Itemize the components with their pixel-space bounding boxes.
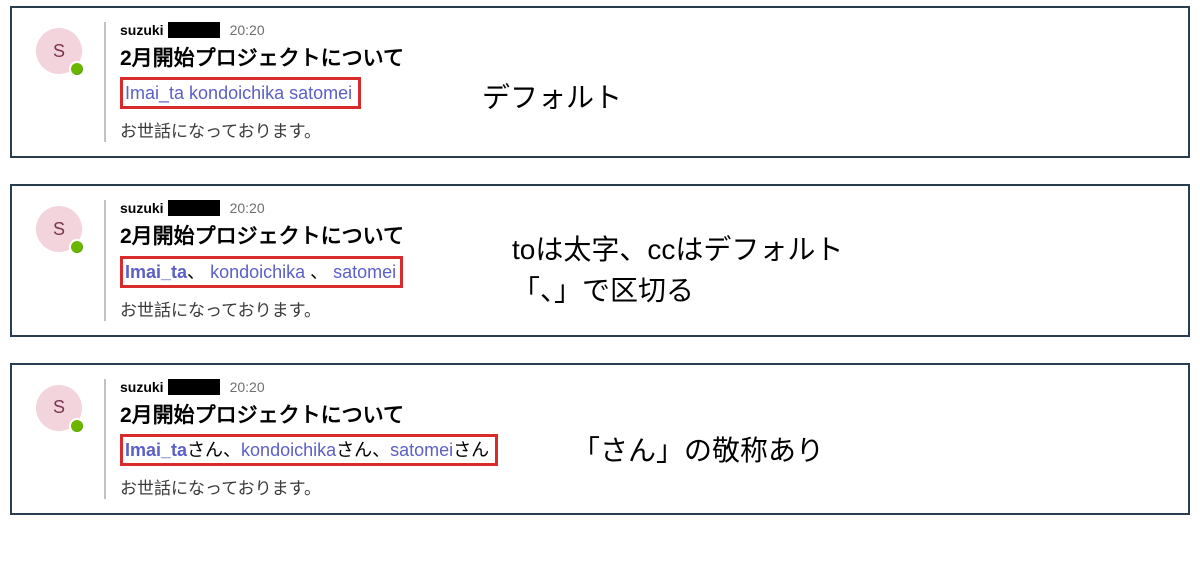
message-content: suzuki 20:20 2月開始プロジェクトについて Imai_ta kond… xyxy=(120,22,1188,142)
annotation-label: デフォルト xyxy=(482,78,622,119)
annotation-label: 「さん」の敬称あり xyxy=(572,431,824,472)
honorific: さん xyxy=(453,440,489,460)
mention[interactable]: Imai_ta xyxy=(125,440,187,460)
separator: さん、 xyxy=(336,440,390,460)
mention[interactable]: satomei xyxy=(333,262,396,282)
presence-available-icon xyxy=(69,239,85,255)
message-card: S suzuki 20:20 2月開始プロジェクトについて Imai_ta、 k… xyxy=(10,184,1190,336)
sender-name: suzuki xyxy=(120,22,164,38)
mention[interactable]: Imai_ta xyxy=(125,262,187,282)
message-body: お世話になっております。 xyxy=(120,474,1188,499)
sender-name: suzuki xyxy=(120,379,164,395)
presence-available-icon xyxy=(69,418,85,434)
timestamp: 20:20 xyxy=(230,200,265,216)
mention[interactable]: kondoichika xyxy=(189,83,284,103)
separator: 、 xyxy=(310,262,328,282)
message-body: お世話になっております。 xyxy=(120,117,1188,142)
mention-highlight-box: Imai_taさん、kondoichikaさん、satomeiさん xyxy=(120,434,498,466)
mention[interactable]: kondoichika xyxy=(241,440,336,460)
message-card: S suzuki 20:20 2月開始プロジェクトについて Imai_ta ko… xyxy=(10,6,1190,158)
quote-bar xyxy=(104,379,106,499)
redacted-block xyxy=(168,22,220,38)
mention-highlight-box: Imai_ta kondoichika satomei xyxy=(120,77,361,109)
redacted-block xyxy=(168,200,220,216)
message-subject: 2月開始プロジェクトについて xyxy=(120,399,1188,429)
timestamp: 20:20 xyxy=(230,22,265,38)
presence-available-icon xyxy=(69,61,85,77)
message-header: suzuki 20:20 xyxy=(120,22,1188,38)
message-subject: 2月開始プロジェクトについて xyxy=(120,42,1188,72)
timestamp: 20:20 xyxy=(230,379,265,395)
mention[interactable]: satomei xyxy=(390,440,453,460)
message-card: S suzuki 20:20 2月開始プロジェクトについて Imai_taさん、… xyxy=(10,363,1190,515)
separator: 、 xyxy=(187,262,205,282)
avatar[interactable]: S xyxy=(36,28,82,74)
avatar-initial: S xyxy=(53,397,65,418)
avatar[interactable]: S xyxy=(36,206,82,252)
mention-highlight-box: Imai_ta、 kondoichika 、 satomei xyxy=(120,256,403,288)
avatar-initial: S xyxy=(53,219,65,240)
annotation-label: toは太字、ccはデフォルト 「、」で区切る xyxy=(512,230,843,311)
redacted-block xyxy=(168,379,220,395)
mention[interactable]: Imai_ta xyxy=(125,83,184,103)
mention-line: Imai_ta kondoichika satomei xyxy=(120,76,1188,109)
avatar-initial: S xyxy=(53,41,65,62)
avatar[interactable]: S xyxy=(36,385,82,431)
message-header: suzuki 20:20 xyxy=(120,379,1188,395)
quote-bar xyxy=(104,200,106,320)
separator: さん、 xyxy=(187,440,241,460)
message-header: suzuki 20:20 xyxy=(120,200,1188,216)
quote-bar xyxy=(104,22,106,142)
sender-name: suzuki xyxy=(120,200,164,216)
mention[interactable]: kondoichika xyxy=(210,262,305,282)
mention[interactable]: satomei xyxy=(289,83,352,103)
